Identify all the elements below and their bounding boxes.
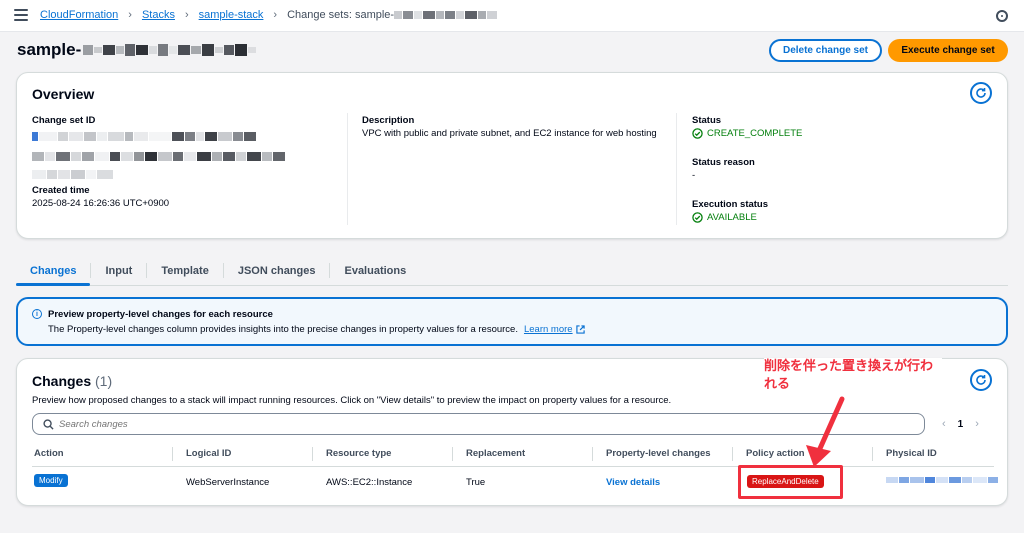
refresh-icon[interactable] — [970, 82, 992, 104]
changes-heading: Changes (1) — [32, 373, 112, 389]
annotation-callout: 削除を伴った置き換えが行われる — [764, 358, 942, 394]
alert-title: Preview property-level changes for each … — [48, 309, 273, 320]
column-resizer[interactable] — [872, 447, 873, 461]
page-number[interactable]: 1 — [958, 419, 964, 430]
resource-type-cell: AWS::EC2::Instance — [326, 477, 413, 488]
physical-id-redacted[interactable] — [886, 477, 998, 483]
execution-status-value: AVAILABLE — [692, 212, 757, 223]
search-icon — [43, 419, 54, 430]
page-title-text: sample- — [17, 40, 82, 59]
tab-changes[interactable]: Changes — [16, 256, 91, 286]
tab-template[interactable]: Template — [147, 256, 222, 285]
breadcrumb: CloudFormation › Stacks › sample-stack ›… — [40, 9, 498, 21]
change-set-id-redacted — [32, 128, 332, 179]
execute-change-set-button[interactable]: Execute change set — [888, 39, 1008, 62]
alert-body-text: The Property-level changes column provid… — [48, 324, 518, 335]
breadcrumb-current: Change sets: sample- — [287, 9, 395, 21]
status-text: CREATE_COMPLETE — [707, 128, 803, 139]
redacted-mosaic — [394, 11, 498, 19]
overview-panel: Overview Change set ID Created time 2025… — [16, 72, 1008, 239]
redacted-mosaic — [83, 44, 257, 56]
tab-input[interactable]: Input — [91, 256, 146, 285]
column-header-logical-id[interactable]: Logical ID — [186, 448, 231, 459]
chevron-right-icon: › — [184, 9, 189, 21]
action-badge: Modify — [34, 474, 68, 487]
check-circle-icon — [692, 212, 703, 223]
status-reason-value: - — [692, 170, 696, 181]
created-time-label: Created time — [32, 185, 90, 196]
chevron-left-icon[interactable]: ‹ — [942, 418, 946, 430]
column-header-physical-id[interactable]: Physical ID — [886, 448, 937, 459]
column-resizer[interactable] — [172, 447, 173, 461]
view-details-link[interactable]: View details — [606, 477, 660, 488]
column-divider — [347, 113, 348, 225]
column-header-replacement[interactable]: Replacement — [466, 448, 525, 459]
overview-heading: Overview — [32, 86, 95, 102]
search-input[interactable] — [59, 417, 909, 431]
chevron-right-icon[interactable]: › — [975, 418, 979, 430]
column-header-property-level-changes[interactable]: Property-level changes — [606, 448, 711, 459]
tab-json-changes[interactable]: JSON changes — [224, 256, 330, 285]
column-divider — [676, 113, 677, 225]
status-reason-label: Status reason — [692, 157, 755, 168]
top-navigation-bar: CloudFormation › Stacks › sample-stack ›… — [0, 0, 1024, 32]
annotation-highlight-box — [738, 465, 843, 499]
replacement-cell: True — [466, 477, 486, 488]
created-time-value: 2025-08-24 16:26:36 UTC+0900 — [32, 198, 170, 209]
refresh-icon[interactable] — [970, 369, 992, 391]
info-alert: i Preview property-level changes for eac… — [16, 297, 1008, 346]
check-circle-icon — [692, 128, 703, 139]
external-link-icon — [575, 325, 585, 334]
annotation-arrow-icon — [806, 396, 845, 467]
breadcrumb-cloudformation[interactable]: CloudFormation — [40, 9, 118, 21]
column-resizer[interactable] — [452, 447, 453, 461]
learn-more-text[interactable]: Learn more — [524, 324, 573, 335]
learn-more-link[interactable]: Learn more — [524, 324, 585, 335]
info-icon: i — [32, 309, 42, 319]
change-set-id-label: Change set ID — [32, 115, 96, 126]
column-header-action[interactable]: Action — [34, 448, 64, 459]
menu-icon[interactable] — [14, 9, 28, 21]
delete-change-set-button[interactable]: Delete change set — [769, 39, 882, 62]
tab-list: Changes Input Template JSON changes Eval… — [16, 256, 1008, 286]
execution-status-label: Execution status — [692, 199, 769, 210]
settings-icon[interactable] — [996, 10, 1008, 22]
pagination: ‹ 1 › — [942, 418, 979, 430]
status-label: Status — [692, 115, 722, 126]
chevron-right-icon: › — [128, 9, 132, 21]
breadcrumb-stack[interactable]: sample-stack — [199, 9, 264, 21]
column-header-resource-type[interactable]: Resource type — [326, 448, 391, 459]
status-value: CREATE_COMPLETE — [692, 128, 802, 139]
breadcrumb-stacks[interactable]: Stacks — [142, 9, 175, 21]
tab-evaluations[interactable]: Evaluations — [330, 256, 420, 285]
alert-body: The Property-level changes column provid… — [48, 324, 585, 335]
chevron-right-icon: › — [273, 9, 278, 21]
changes-description: Preview how proposed changes to a stack … — [32, 395, 672, 406]
description-value: VPC with public and private subnet, and … — [362, 128, 657, 139]
description-label: Description — [362, 115, 415, 126]
changes-count: (1) — [95, 373, 113, 389]
execution-status-text: AVAILABLE — [707, 212, 757, 223]
column-resizer[interactable] — [732, 447, 733, 461]
changes-title-text: Changes — [32, 373, 92, 389]
column-resizer[interactable] — [312, 447, 313, 461]
page-title: sample- — [17, 40, 257, 60]
logical-id-cell: WebServerInstance — [186, 477, 270, 488]
column-resizer[interactable] — [592, 447, 593, 461]
